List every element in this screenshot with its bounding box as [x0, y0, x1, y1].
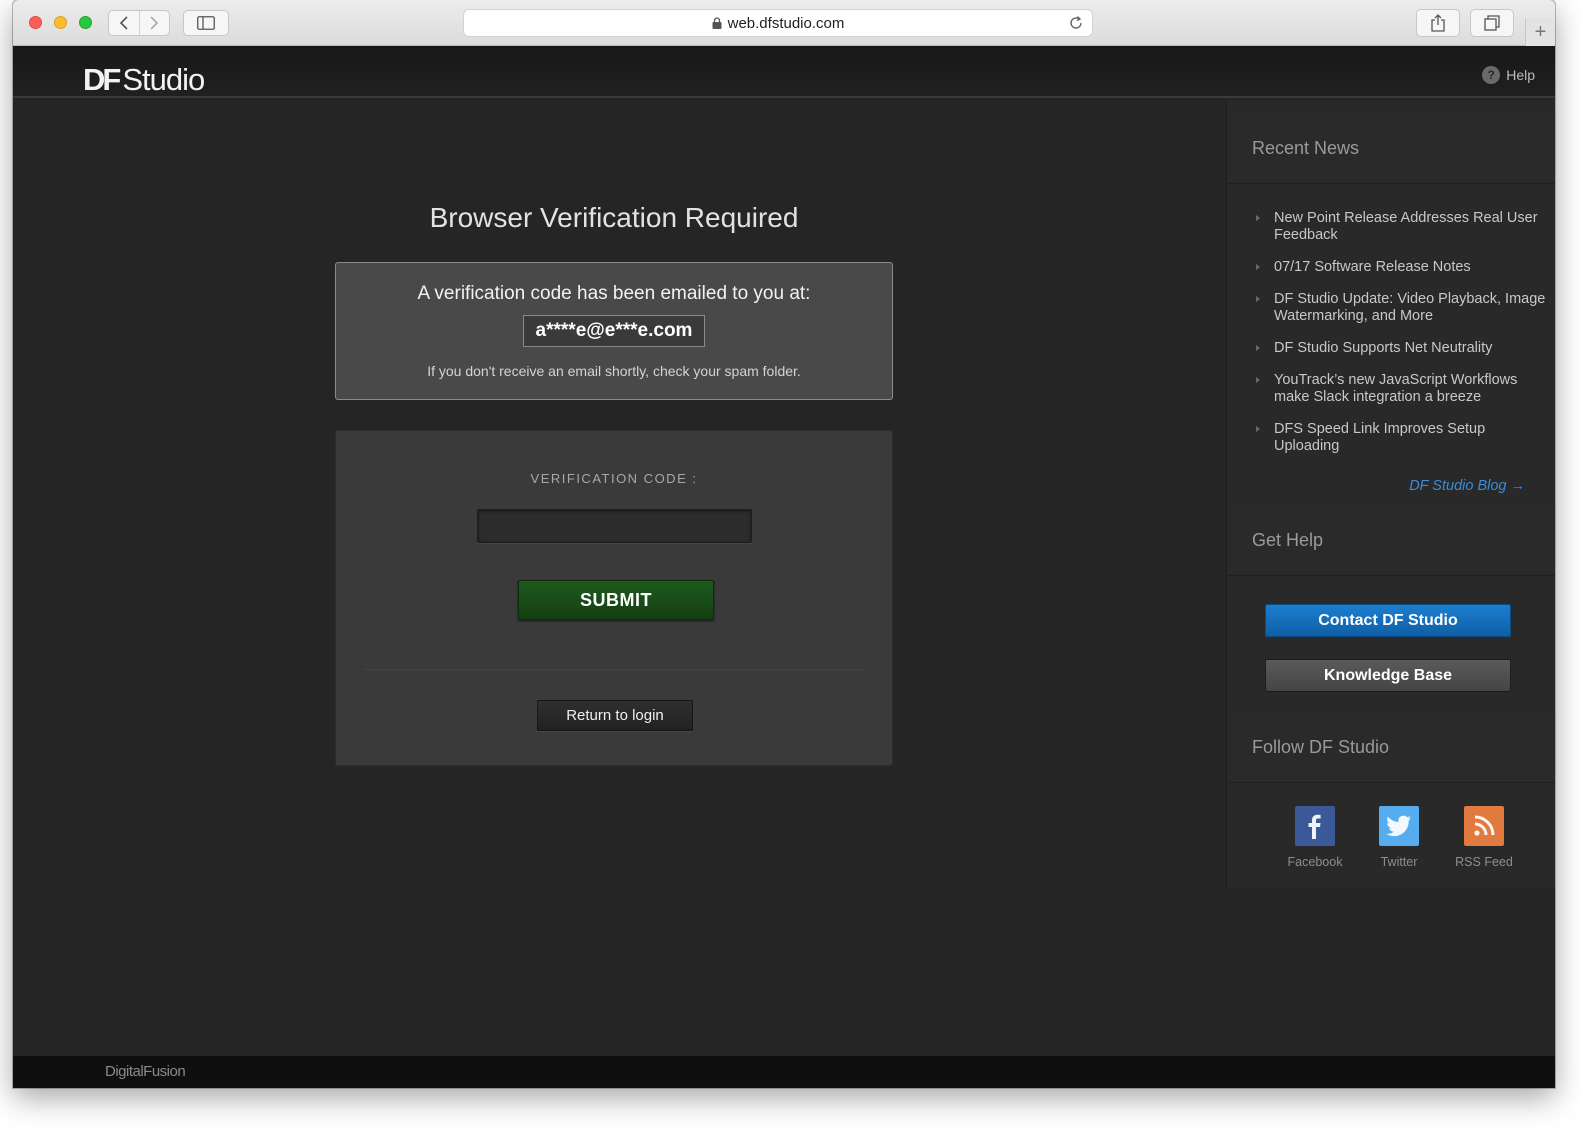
- back-button[interactable]: [109, 11, 139, 35]
- reload-icon[interactable]: [1068, 15, 1084, 31]
- news-list: New Point Release Addresses Real User Fe…: [1227, 210, 1555, 470]
- close-window-button[interactable]: [29, 16, 42, 29]
- news-item-label: DF Studio Update: Video Playback, Image …: [1274, 291, 1546, 324]
- twitter-label: Twitter: [1380, 855, 1418, 869]
- recent-news-heading: Recent News: [1227, 114, 1555, 184]
- page-title: Browser Verification Required: [429, 202, 799, 233]
- fullscreen-window-button[interactable]: [79, 16, 92, 29]
- news-item[interactable]: DF Studio Update: Video Playback, Image …: [1227, 291, 1555, 325]
- plus-icon: +: [1534, 20, 1547, 43]
- spam-note: If you don't receive an email shortly, c…: [427, 363, 801, 379]
- minimize-window-button[interactable]: [54, 16, 67, 29]
- knowledge-base-button[interactable]: Knowledge Base: [1265, 659, 1511, 692]
- right-sidebar: Recent News New Point Release Addresses …: [1226, 100, 1555, 888]
- news-item[interactable]: New Point Release Addresses Real User Fe…: [1227, 210, 1555, 244]
- chevron-left-icon: [119, 16, 128, 30]
- show-tabs-button[interactable]: [1470, 9, 1514, 37]
- share-icon: [1431, 14, 1445, 32]
- dfstudio-logo[interactable]: DF Studio: [83, 62, 205, 98]
- form-divider: [364, 669, 866, 670]
- rss-link[interactable]: RSS Feed: [1449, 806, 1519, 869]
- triangle-bullet-icon: [1256, 345, 1260, 351]
- forward-button[interactable]: [138, 11, 169, 35]
- logo-studio: Studio: [122, 62, 205, 97]
- rss-icon: [1464, 806, 1504, 846]
- history-nav: [108, 10, 170, 36]
- digitalfusion-logo[interactable]: DigitalFusion: [105, 1063, 186, 1080]
- triangle-bullet-icon: [1256, 264, 1260, 270]
- help-link[interactable]: ? Help: [1482, 66, 1535, 84]
- news-item-label: 07/17 Software Release Notes: [1274, 259, 1471, 275]
- verification-notice: A verification code has been emailed to …: [335, 262, 893, 400]
- contact-button[interactable]: Contact DF Studio: [1265, 604, 1511, 637]
- logo-df: DF: [83, 62, 121, 97]
- news-item[interactable]: DF Studio Supports Net Neutrality: [1227, 340, 1555, 357]
- masked-email: a****e@e***e.com: [522, 315, 706, 347]
- sidebar-toggle-button[interactable]: [183, 10, 229, 36]
- triangle-bullet-icon: [1256, 377, 1260, 383]
- facebook-link[interactable]: Facebook: [1280, 806, 1350, 869]
- lock-icon: [712, 17, 722, 29]
- follow-heading: Follow DF Studio: [1227, 713, 1555, 783]
- tabs-icon: [1484, 15, 1500, 31]
- twitter-link[interactable]: Twitter: [1364, 806, 1434, 869]
- triangle-bullet-icon: [1256, 296, 1260, 302]
- main-content: Browser Verification Required A verifica…: [13, 100, 1225, 1056]
- facebook-icon: [1295, 806, 1335, 846]
- verification-form: VERIFICATION CODE : SUBMIT Return to log…: [335, 430, 893, 766]
- share-button[interactable]: [1416, 9, 1460, 37]
- news-item[interactable]: YouTrack’s new JavaScript Workflows make…: [1227, 372, 1555, 406]
- facebook-label: Facebook: [1287, 855, 1343, 869]
- submit-button[interactable]: SUBMIT: [518, 580, 714, 620]
- address-bar[interactable]: web.dfstudio.com: [463, 9, 1093, 37]
- site-header: DF Studio ? Help: [13, 46, 1555, 98]
- chevron-right-icon: [150, 16, 159, 30]
- notice-text: A verification code has been emailed to …: [417, 283, 811, 304]
- sidebar-icon: [197, 16, 215, 30]
- news-item-label: DF Studio Supports Net Neutrality: [1274, 340, 1493, 356]
- question-icon: ?: [1482, 66, 1501, 84]
- browser-toolbar: web.dfstudio.com +: [13, 0, 1555, 46]
- browser-window: web.dfstudio.com + DF Studio ? Help Brows…: [13, 0, 1555, 1088]
- triangle-bullet-icon: [1256, 215, 1260, 221]
- site-footer: DigitalFusion: [13, 1056, 1555, 1088]
- triangle-bullet-icon: [1256, 426, 1260, 432]
- help-label: Help: [1506, 67, 1535, 83]
- blog-link[interactable]: DF Studio Blog →: [1409, 478, 1525, 494]
- verification-code-input[interactable]: [477, 509, 752, 543]
- news-item[interactable]: 07/17 Software Release Notes: [1227, 259, 1555, 276]
- url-text: web.dfstudio.com: [727, 14, 845, 32]
- rss-label: RSS Feed: [1455, 855, 1513, 869]
- news-item-label: YouTrack’s new JavaScript Workflows make…: [1274, 372, 1518, 405]
- verification-code-label: VERIFICATION CODE :: [530, 471, 698, 486]
- new-tab-button[interactable]: +: [1525, 18, 1555, 46]
- get-help-heading: Get Help: [1227, 506, 1555, 576]
- news-item[interactable]: DFS Speed Link Improves Setup Uploading: [1227, 421, 1555, 455]
- news-item-label: New Point Release Addresses Real User Fe…: [1274, 210, 1538, 243]
- return-to-login-button[interactable]: Return to login: [537, 700, 693, 731]
- twitter-icon: [1379, 806, 1419, 846]
- news-item-label: DFS Speed Link Improves Setup Uploading: [1274, 421, 1486, 454]
